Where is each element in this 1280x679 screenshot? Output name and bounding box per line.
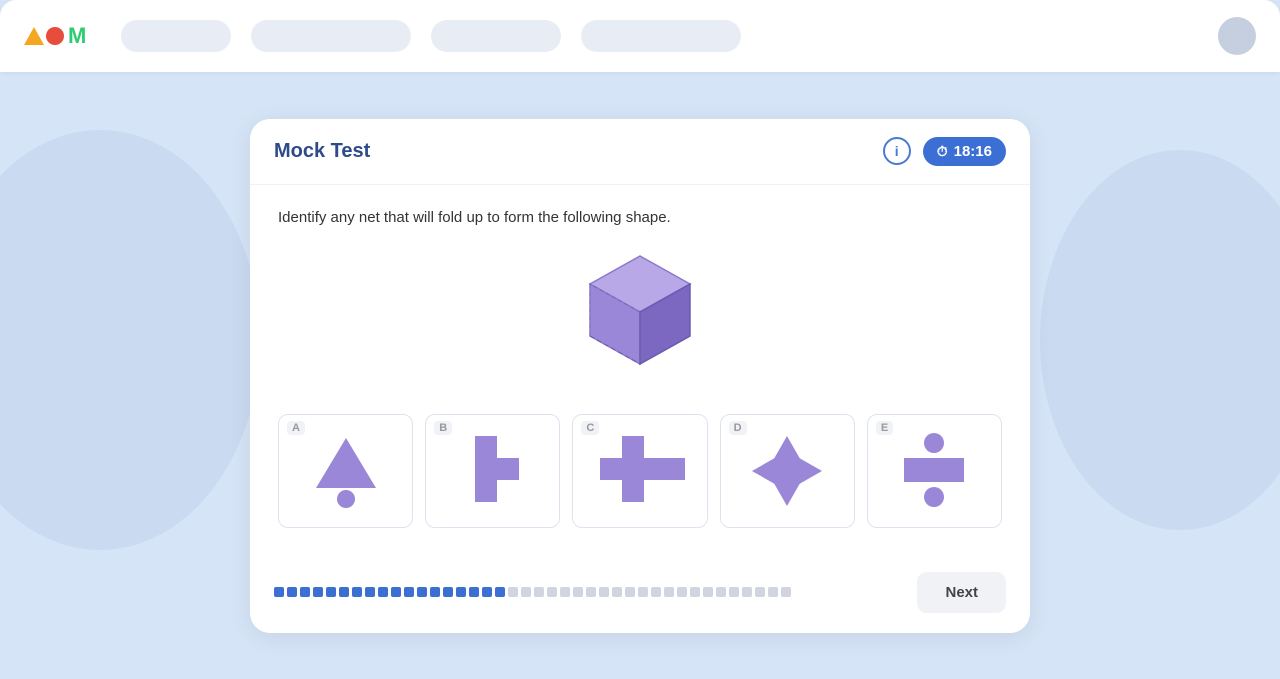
option-a-label: A bbox=[287, 421, 305, 435]
progress-dot-17 bbox=[482, 587, 492, 597]
progress-dot-11 bbox=[404, 587, 414, 597]
progress-dot-26 bbox=[599, 587, 609, 597]
progress-dot-35 bbox=[716, 587, 726, 597]
progress-dot-36 bbox=[729, 587, 739, 597]
card-header: Mock Test i ⏱ 18:16 bbox=[250, 119, 1030, 185]
quiz-card: Mock Test i ⏱ 18:16 Identify any net tha… bbox=[250, 119, 1030, 633]
options-row: A B bbox=[278, 414, 1002, 528]
progress-dot-25 bbox=[586, 587, 596, 597]
bg-blob-right bbox=[1040, 150, 1280, 530]
nav-pill-4[interactable] bbox=[581, 20, 741, 52]
question-text: Identify any net that will fold up to fo… bbox=[278, 209, 1002, 226]
progress-dot-6 bbox=[339, 587, 349, 597]
option-b-shape bbox=[460, 431, 525, 511]
cube-svg bbox=[560, 246, 720, 386]
cube-illustration bbox=[278, 246, 1002, 386]
bg-blob-left bbox=[0, 130, 260, 550]
card-title: Mock Test bbox=[274, 140, 370, 163]
progress-dot-10 bbox=[391, 587, 401, 597]
navbar: M bbox=[0, 0, 1280, 72]
progress-dot-37 bbox=[742, 587, 752, 597]
timer-value: 18:16 bbox=[954, 143, 992, 160]
option-b-label: B bbox=[434, 421, 452, 435]
progress-dot-1 bbox=[274, 587, 284, 597]
option-e[interactable]: E bbox=[867, 414, 1002, 528]
card-footer: Next bbox=[250, 572, 1030, 633]
progress-dot-40 bbox=[781, 587, 791, 597]
option-a[interactable]: A bbox=[278, 414, 413, 528]
progress-dot-21 bbox=[534, 587, 544, 597]
card-body: Identify any net that will fold up to fo… bbox=[250, 185, 1030, 572]
progress-dot-18 bbox=[495, 587, 505, 597]
progress-dot-8 bbox=[365, 587, 375, 597]
option-e-label: E bbox=[876, 421, 893, 435]
option-d-label: D bbox=[729, 421, 747, 435]
progress-bar bbox=[274, 587, 791, 597]
logo-circle-icon bbox=[46, 27, 64, 45]
option-b[interactable]: B bbox=[425, 414, 560, 528]
progress-dot-22 bbox=[547, 587, 557, 597]
progress-dot-27 bbox=[612, 587, 622, 597]
option-c-shape bbox=[595, 433, 685, 508]
progress-dot-7 bbox=[352, 587, 362, 597]
progress-dot-15 bbox=[456, 587, 466, 597]
progress-dot-34 bbox=[703, 587, 713, 597]
option-c-label: C bbox=[581, 421, 599, 435]
option-d-shape bbox=[747, 431, 827, 511]
timer-badge: ⏱ 18:16 bbox=[923, 137, 1006, 166]
progress-dot-20 bbox=[521, 587, 531, 597]
progress-dot-14 bbox=[443, 587, 453, 597]
logo: M bbox=[24, 23, 85, 49]
progress-dot-24 bbox=[573, 587, 583, 597]
progress-dot-23 bbox=[560, 587, 570, 597]
info-button[interactable]: i bbox=[883, 137, 911, 165]
progress-dot-9 bbox=[378, 587, 388, 597]
logo-m-icon: M bbox=[68, 23, 85, 49]
timer-icon: ⏱ bbox=[937, 143, 948, 160]
progress-dot-16 bbox=[469, 587, 479, 597]
nav-pill-3[interactable] bbox=[431, 20, 561, 52]
option-e-shape bbox=[894, 431, 974, 511]
main-content: Mock Test i ⏱ 18:16 Identify any net tha… bbox=[0, 72, 1280, 679]
progress-dot-33 bbox=[690, 587, 700, 597]
progress-dot-3 bbox=[300, 587, 310, 597]
progress-dot-38 bbox=[755, 587, 765, 597]
progress-dot-12 bbox=[417, 587, 427, 597]
progress-dot-29 bbox=[638, 587, 648, 597]
header-right: i ⏱ 18:16 bbox=[883, 137, 1006, 166]
option-a-shape bbox=[311, 433, 381, 508]
progress-dot-31 bbox=[664, 587, 674, 597]
progress-dot-19 bbox=[508, 587, 518, 597]
nav-pill-2[interactable] bbox=[251, 20, 411, 52]
progress-dot-30 bbox=[651, 587, 661, 597]
user-avatar[interactable] bbox=[1218, 17, 1256, 55]
logo-triangle-icon bbox=[24, 27, 44, 45]
progress-dot-5 bbox=[326, 587, 336, 597]
progress-dot-39 bbox=[768, 587, 778, 597]
progress-dot-13 bbox=[430, 587, 440, 597]
progress-dot-2 bbox=[287, 587, 297, 597]
next-button[interactable]: Next bbox=[917, 572, 1006, 613]
progress-dot-4 bbox=[313, 587, 323, 597]
nav-pill-1[interactable] bbox=[121, 20, 231, 52]
option-d[interactable]: D bbox=[720, 414, 855, 528]
progress-dot-28 bbox=[625, 587, 635, 597]
option-c[interactable]: C bbox=[572, 414, 707, 528]
progress-dot-32 bbox=[677, 587, 687, 597]
